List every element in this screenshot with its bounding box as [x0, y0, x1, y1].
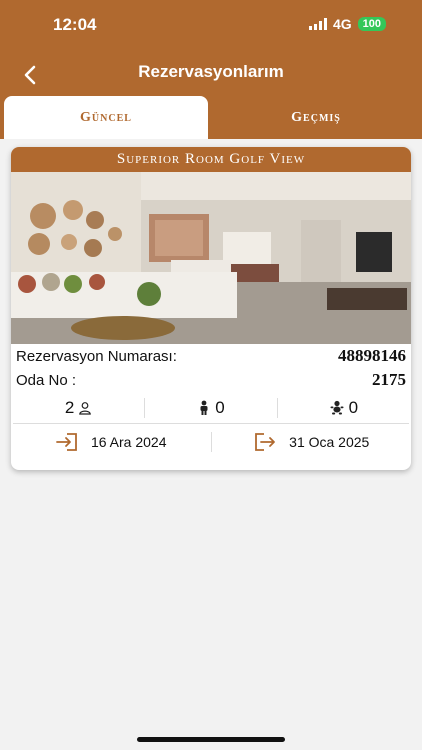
check-in: 16 Ara 2024 [11, 432, 211, 452]
room-number: 2175 [372, 370, 406, 389]
reservation-number-label: Rezervasyon Numarası: [16, 347, 177, 365]
status-time: 12:04 [53, 15, 97, 34]
network-label: 4G [332, 16, 352, 32]
room-number-row: Oda No : 2175 [11, 368, 411, 392]
check-out: 31 Oca 2025 [210, 432, 412, 452]
room-number-label: Oda No : [16, 371, 77, 389]
room-title: Superior Room Golf View [11, 147, 411, 172]
child-count: 0 [144, 397, 276, 418]
child-count-value: 0 [215, 397, 225, 417]
tab-past[interactable]: Geçmiş [214, 96, 418, 139]
room-photo [11, 172, 411, 344]
page-title: Rezervasyonlarım [138, 62, 284, 81]
stay-dates: 16 Ara 2024 31 Oca 2025 [11, 424, 411, 460]
tab-current[interactable]: Güncel [4, 96, 208, 139]
guest-counts: 2 0 0 [13, 392, 409, 424]
reservation-card[interactable]: Superior Room Golf View Rezervasyon Numa… [11, 147, 411, 470]
battery-icon: 100 [357, 17, 386, 31]
app-header: 12:04 4G 100 Rezervasyonlarım Güncel Geç… [0, 0, 422, 139]
reservation-number: 48898146 [338, 346, 406, 365]
baby-icon [330, 400, 344, 414]
baby-count: 0 [276, 397, 409, 418]
child-icon [200, 400, 208, 415]
adult-count-value: 2 [64, 397, 75, 417]
check-out-date: 31 Oca 2025 [289, 434, 370, 450]
reservation-number-row: Rezervasyon Numarası: 48898146 [11, 344, 411, 368]
adult-icon [79, 401, 92, 415]
check-out-icon [255, 433, 276, 451]
check-in-date: 16 Ara 2024 [90, 434, 167, 450]
adult-count: 2 [13, 398, 144, 418]
baby-count-value: 0 [348, 397, 359, 417]
check-in-icon [56, 433, 77, 451]
home-indicator[interactable] [137, 737, 285, 742]
signal-icon [308, 18, 327, 30]
status-icons: 4G 100 [308, 16, 386, 32]
